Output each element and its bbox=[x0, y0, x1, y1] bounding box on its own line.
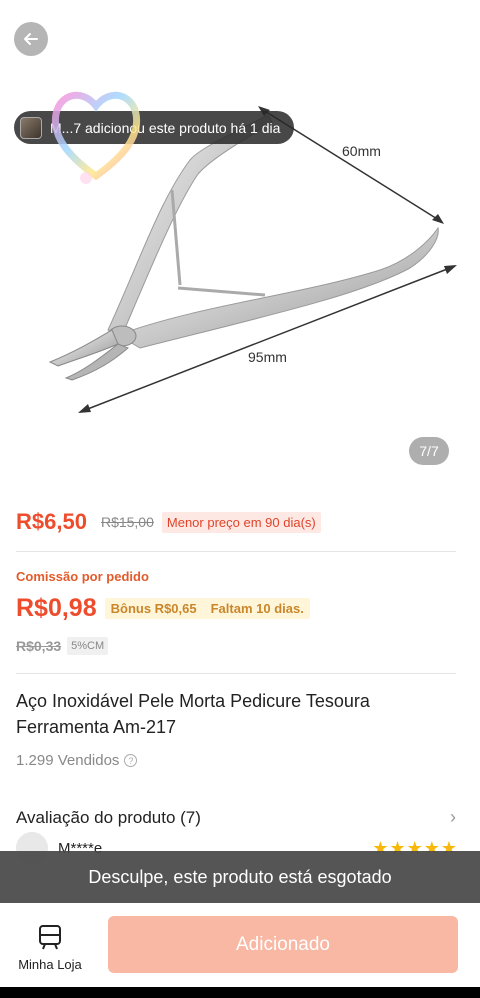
divider bbox=[16, 673, 456, 674]
bonus-amount: Bônus R$0,65 bbox=[110, 601, 197, 616]
sold-count-text: 1.299 Vendidos bbox=[16, 752, 120, 769]
bottom-action-bar: Minha Loja Adicionado bbox=[0, 903, 480, 987]
image-counter: 7/7 bbox=[409, 437, 449, 465]
arrow-left-icon bbox=[24, 33, 38, 45]
commission-label: Comissão por pedido bbox=[16, 569, 149, 584]
original-price: R$15,00 bbox=[100, 514, 154, 530]
dimension-width-label: 60mm bbox=[342, 143, 381, 159]
dimension-length-label: 95mm bbox=[248, 349, 287, 365]
my-store-label: Minha Loja bbox=[18, 956, 82, 972]
back-button[interactable] bbox=[14, 22, 48, 56]
user-avatar bbox=[20, 116, 42, 139]
lowest-price-badge: Menor preço em 90 dia(s) bbox=[161, 511, 321, 533]
commission-old-amount: R$0,33 bbox=[16, 638, 62, 654]
reviews-title: Avaliação do produto (7) bbox=[16, 807, 201, 827]
store-icon bbox=[39, 924, 61, 949]
sold-out-notice: Desculpe, este produto está esgotado bbox=[0, 851, 480, 903]
product-image-carousel[interactable]: 60mm 95mm M...7 adicionou este produto h… bbox=[0, 0, 480, 486]
help-icon[interactable]: ? bbox=[124, 754, 138, 767]
added-button[interactable]: Adicionado bbox=[108, 916, 458, 973]
bonus-badge: Bônus R$0,65 Faltam 10 dias. bbox=[104, 598, 310, 619]
reviews-header[interactable]: Avaliação do produto (7) › bbox=[16, 807, 456, 828]
commission-row: R$0,98 Bônus R$0,65 Faltam 10 dias. bbox=[16, 594, 310, 623]
commission-rate-badge: 5%CM bbox=[67, 637, 109, 655]
commission-old-row: R$0,33 5%CM bbox=[16, 637, 109, 655]
commission-amount: R$0,98 bbox=[16, 594, 97, 622]
price-row: R$6,50 R$15,00 Menor preço em 90 dia(s) bbox=[16, 506, 464, 538]
my-store-button[interactable]: Minha Loja bbox=[10, 917, 90, 977]
bonus-remaining: Faltam 10 dias. bbox=[210, 601, 304, 616]
chevron-right-icon: › bbox=[450, 807, 456, 827]
system-nav-bar bbox=[0, 987, 480, 998]
divider bbox=[16, 551, 456, 552]
product-title: Aço Inoxidável Pele Morta Pedicure Tesou… bbox=[16, 691, 370, 737]
product-page: 60mm 95mm M...7 adicionou este produto h… bbox=[0, 0, 480, 998]
sold-count: 1.299 Vendidos ? bbox=[16, 752, 138, 769]
current-price: R$6,50 bbox=[16, 509, 87, 534]
heart-animation-icon bbox=[51, 91, 141, 184]
